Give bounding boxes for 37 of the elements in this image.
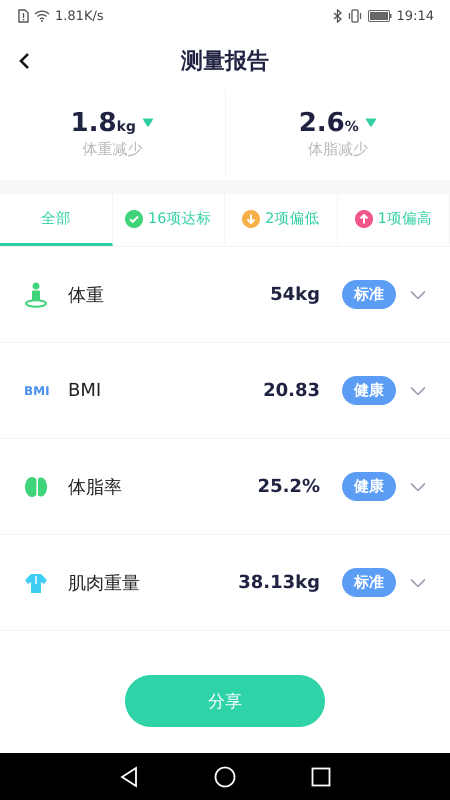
metric-value: 20.83 — [263, 380, 320, 401]
battery-icon — [368, 10, 392, 22]
back-nav-icon[interactable] — [119, 766, 139, 788]
summary-label: 体重减少 — [82, 140, 142, 158]
recents-nav-icon[interactable] — [311, 766, 331, 786]
chevron-icon[interactable] — [410, 578, 426, 588]
network-speed: 1.81K/s — [55, 8, 104, 24]
summary-value: 2.6% — [298, 108, 359, 138]
back-button[interactable] — [18, 52, 30, 70]
wifi-icon — [34, 10, 50, 22]
vibrate-icon — [346, 9, 363, 23]
summary-label: 体脂减少 — [308, 140, 368, 158]
page-title: 测量报告 — [181, 48, 269, 76]
metric-value: 54kg — [270, 284, 320, 305]
metric-name: 体脂率 — [68, 476, 123, 498]
status-badge: 健康 — [342, 376, 396, 405]
chevron-icon[interactable] — [410, 290, 426, 300]
metric-value: 25.2% — [258, 476, 320, 497]
share-button[interactable]: 分享 — [125, 675, 325, 727]
filter-tab[interactable]: 全部 — [0, 194, 112, 246]
chevron-icon[interactable] — [410, 386, 426, 396]
bmi-icon: BMI — [24, 384, 50, 398]
summary-value: 1.8kg — [70, 108, 136, 138]
metric-name: 体重 — [68, 284, 105, 306]
status-badge: 标准 — [342, 280, 396, 309]
sim-alert-icon — [18, 9, 29, 23]
home-nav-icon[interactable] — [214, 766, 236, 788]
metric-name: 肌肉重量 — [68, 572, 141, 594]
metric-value: 38.13kg — [238, 572, 320, 593]
chevron-icon[interactable] — [410, 482, 426, 492]
bluetooth-icon — [332, 9, 342, 23]
status-badge: 健康 — [342, 472, 396, 501]
status-badge: 标准 — [342, 568, 396, 597]
clock-time: 19:14 — [396, 8, 434, 24]
fat-drops-icon — [24, 476, 48, 498]
person-icon — [24, 282, 48, 308]
metric-name: BMI — [68, 380, 102, 401]
